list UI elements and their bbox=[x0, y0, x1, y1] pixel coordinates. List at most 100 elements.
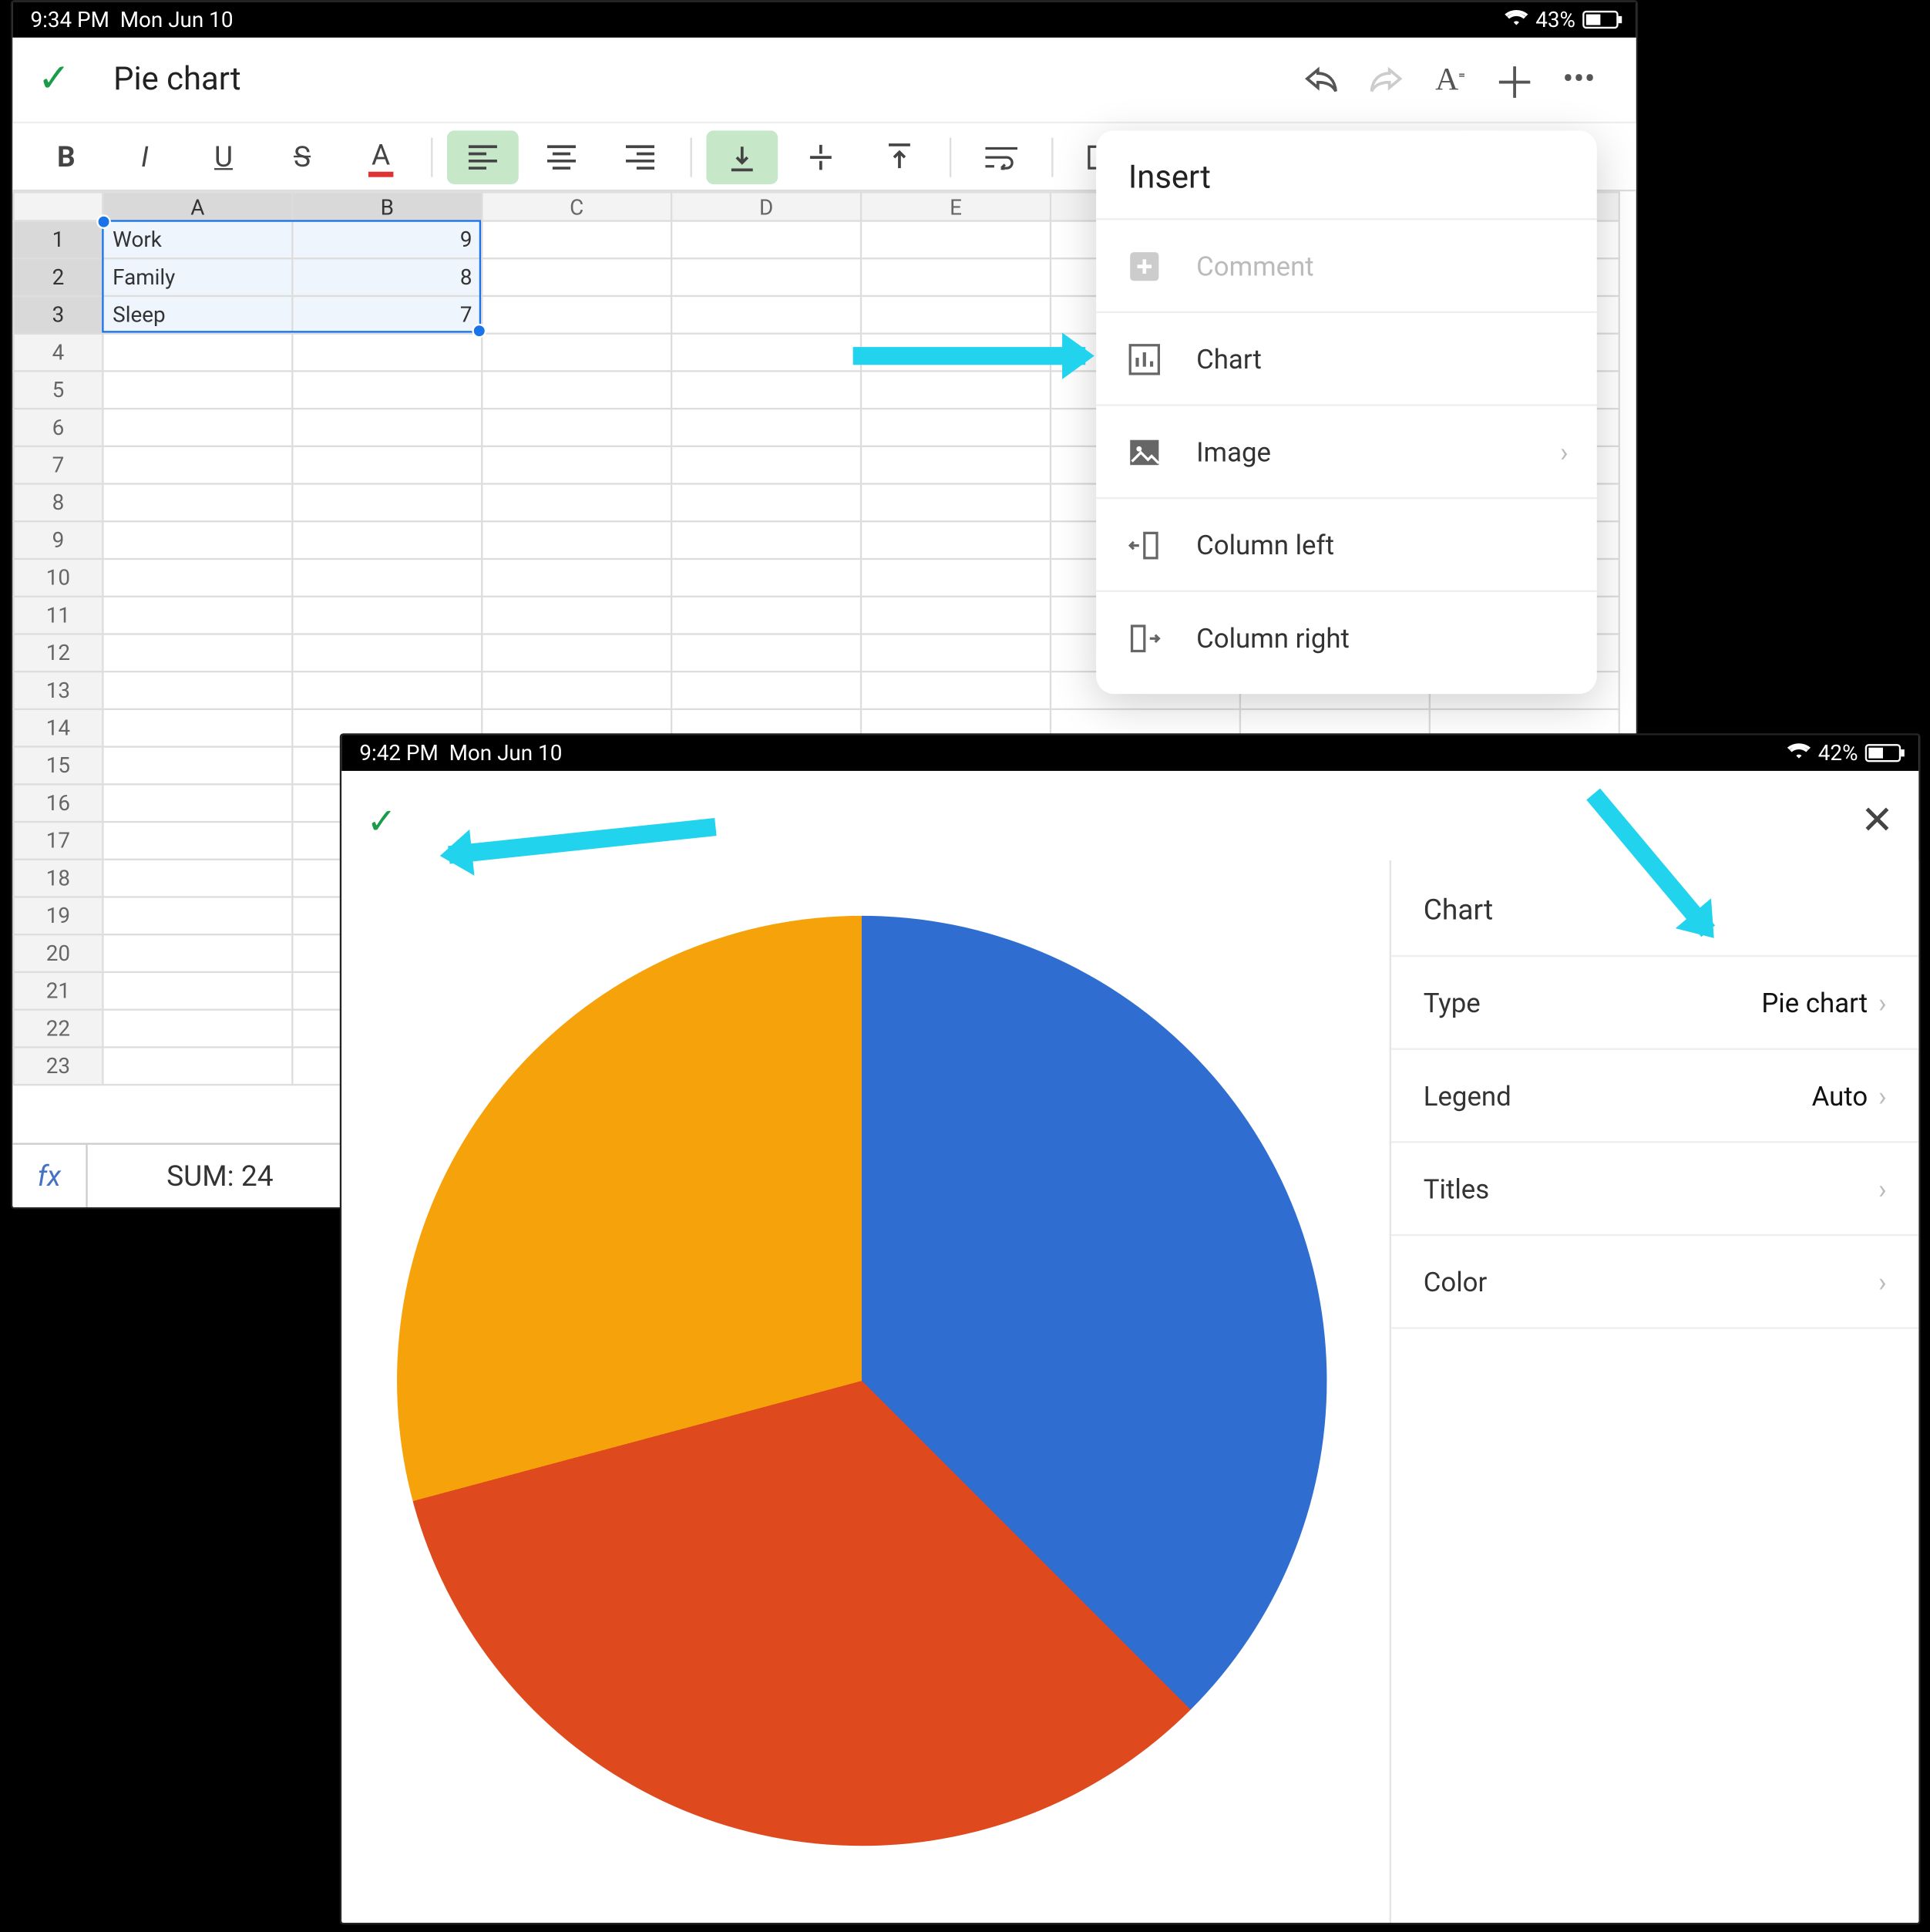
row-header[interactable]: 4 bbox=[13, 334, 103, 372]
valign-middle-button[interactable] bbox=[785, 130, 856, 183]
cell[interactable] bbox=[103, 860, 292, 897]
cell[interactable] bbox=[861, 521, 1051, 559]
row-header[interactable]: 5 bbox=[13, 371, 103, 409]
cell[interactable] bbox=[671, 597, 861, 634]
cell[interactable]: 8 bbox=[292, 258, 482, 296]
cell[interactable]: Sleep bbox=[103, 296, 292, 334]
cell[interactable] bbox=[671, 221, 861, 259]
cell[interactable] bbox=[861, 221, 1051, 259]
cell[interactable] bbox=[671, 446, 861, 484]
col-header[interactable]: E bbox=[861, 192, 1051, 220]
align-center-button[interactable] bbox=[526, 130, 597, 183]
insert-menu-item-chart[interactable]: Chart bbox=[1096, 311, 1597, 405]
cell[interactable] bbox=[103, 934, 292, 972]
row-header[interactable]: 13 bbox=[13, 671, 103, 709]
italic-button[interactable]: I bbox=[109, 130, 181, 183]
cell[interactable] bbox=[103, 897, 292, 934]
cell[interactable] bbox=[292, 559, 482, 597]
cell[interactable]: Family bbox=[103, 258, 292, 296]
cell[interactable] bbox=[292, 409, 482, 446]
cell[interactable] bbox=[671, 371, 861, 409]
cell[interactable] bbox=[671, 409, 861, 446]
cell[interactable] bbox=[671, 559, 861, 597]
cell[interactable] bbox=[482, 446, 671, 484]
row-header[interactable]: 3 bbox=[13, 296, 103, 334]
cell[interactable]: 7 bbox=[292, 296, 482, 334]
cell[interactable] bbox=[861, 597, 1051, 634]
align-right-button[interactable] bbox=[604, 130, 676, 183]
confirm-check-icon[interactable]: ✓ bbox=[38, 57, 71, 102]
cell[interactable] bbox=[671, 634, 861, 671]
cell[interactable] bbox=[482, 521, 671, 559]
cell[interactable] bbox=[292, 371, 482, 409]
cell[interactable] bbox=[103, 446, 292, 484]
text-color-button[interactable]: A bbox=[345, 130, 417, 183]
cell[interactable] bbox=[103, 1010, 292, 1048]
insert-menu-item-column-left[interactable]: Column left bbox=[1096, 497, 1597, 591]
cell[interactable] bbox=[103, 784, 292, 822]
row-header[interactable]: 7 bbox=[13, 446, 103, 484]
row-header[interactable]: 23 bbox=[13, 1047, 103, 1085]
cell[interactable] bbox=[103, 634, 292, 671]
cell[interactable] bbox=[861, 296, 1051, 334]
row-header[interactable]: 14 bbox=[13, 709, 103, 747]
cell[interactable] bbox=[103, 559, 292, 597]
cell[interactable] bbox=[292, 634, 482, 671]
cell[interactable] bbox=[103, 709, 292, 747]
cell[interactable] bbox=[292, 446, 482, 484]
col-header[interactable]: A bbox=[103, 192, 292, 220]
row-header[interactable]: 6 bbox=[13, 409, 103, 446]
cell[interactable] bbox=[482, 559, 671, 597]
confirm-chart-button[interactable]: ✓ bbox=[367, 799, 397, 843]
cell[interactable] bbox=[103, 597, 292, 634]
more-button[interactable]: ••• bbox=[1547, 47, 1612, 112]
cell[interactable] bbox=[671, 671, 861, 709]
row-header[interactable]: 9 bbox=[13, 521, 103, 559]
cell[interactable] bbox=[861, 671, 1051, 709]
cell[interactable] bbox=[482, 371, 671, 409]
cell[interactable]: Work bbox=[103, 221, 292, 259]
row-header[interactable]: 10 bbox=[13, 559, 103, 597]
row-header[interactable]: 16 bbox=[13, 784, 103, 822]
cell[interactable] bbox=[671, 521, 861, 559]
cell[interactable] bbox=[103, 671, 292, 709]
valign-top-button[interactable] bbox=[864, 130, 936, 183]
cell[interactable] bbox=[292, 484, 482, 522]
cell[interactable] bbox=[103, 1047, 292, 1085]
cell[interactable] bbox=[482, 484, 671, 522]
row-header[interactable]: 15 bbox=[13, 747, 103, 785]
col-header[interactable]: B bbox=[292, 192, 482, 220]
cell[interactable] bbox=[292, 671, 482, 709]
cell[interactable] bbox=[671, 258, 861, 296]
row-header[interactable]: 18 bbox=[13, 860, 103, 897]
cell[interactable] bbox=[292, 521, 482, 559]
bold-button[interactable]: B bbox=[30, 130, 102, 183]
cell[interactable] bbox=[482, 634, 671, 671]
cell[interactable] bbox=[861, 371, 1051, 409]
cell[interactable] bbox=[103, 747, 292, 785]
row-header[interactable]: 21 bbox=[13, 972, 103, 1010]
col-header[interactable]: C bbox=[482, 192, 671, 220]
row-header[interactable]: 19 bbox=[13, 897, 103, 934]
text-format-button[interactable]: A⁼ bbox=[1418, 47, 1483, 112]
chart-option-titles[interactable]: Titles› bbox=[1391, 1143, 1918, 1236]
cell[interactable] bbox=[292, 334, 482, 372]
add-button[interactable]: ＋ bbox=[1482, 47, 1547, 112]
underline-button[interactable]: U bbox=[188, 130, 260, 183]
cell[interactable] bbox=[482, 296, 671, 334]
cell[interactable] bbox=[482, 409, 671, 446]
chart-option-type[interactable]: TypePie chart› bbox=[1391, 957, 1918, 1050]
cell[interactable] bbox=[861, 634, 1051, 671]
insert-menu-item-column-right[interactable]: Column right bbox=[1096, 591, 1597, 684]
cell[interactable] bbox=[103, 334, 292, 372]
cell[interactable] bbox=[482, 597, 671, 634]
cell[interactable] bbox=[861, 409, 1051, 446]
wrap-button[interactable] bbox=[966, 130, 1037, 183]
chart-option-legend[interactable]: LegendAuto› bbox=[1391, 1050, 1918, 1143]
cell[interactable] bbox=[482, 258, 671, 296]
cell[interactable] bbox=[103, 521, 292, 559]
insert-menu-item-image[interactable]: Image› bbox=[1096, 404, 1597, 497]
row-header[interactable]: 8 bbox=[13, 484, 103, 522]
row-header[interactable]: 20 bbox=[13, 934, 103, 972]
cell[interactable] bbox=[861, 258, 1051, 296]
